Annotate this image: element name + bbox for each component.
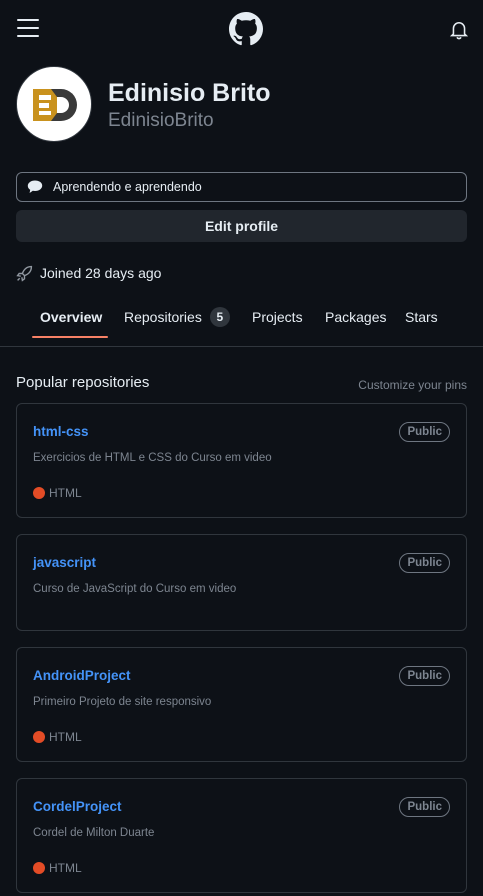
tab-label: Stars [405,309,438,325]
repo-card: AndroidProject Public Primeiro Projeto d… [16,647,467,762]
status-box[interactable]: Aprendendo e aprendendo [16,172,467,202]
repositories-count-badge: 5 [209,307,230,328]
repo-name-link[interactable]: html-css [33,424,89,439]
language-color-dot [33,731,45,743]
repo-name-link[interactable]: CordelProject [33,799,122,814]
tab-label: Overview [40,309,103,325]
repo-card: javascript Public Curso de JavaScript do… [16,534,467,631]
avatar[interactable] [16,66,92,142]
profile-tabs: Overview Repositories 5 Projects Packages… [0,296,483,347]
profile-full-name: Edinisio Brito [108,79,271,107]
joined-text: Joined 28 days ago [40,265,162,281]
repo-name-link[interactable]: javascript [33,555,96,570]
tab-repositories[interactable]: Repositories 5 [124,306,230,328]
tab-label: Projects [252,309,303,325]
repo-card: html-css Public Exercicios de HTML e CSS… [16,403,467,518]
popular-repositories-heading: Popular repositories [16,374,150,391]
tab-packages[interactable]: Packages [325,306,386,328]
github-logo-icon[interactable] [229,12,263,46]
repo-description: Primeiro Projeto de site responsivo [33,696,212,708]
language-color-dot [33,487,45,499]
language-label: HTML [49,861,82,875]
speech-bubble-icon [27,180,43,193]
rocket-icon [16,265,33,282]
repo-description: Cordel de Milton Duarte [33,827,155,839]
repo-description: Exercicios de HTML e CSS do Curso em vid… [33,452,272,464]
avatar-logo-icon [33,89,77,121]
tab-label: Packages [325,309,387,325]
language-label: HTML [49,486,82,500]
visibility-badge: Public [399,553,450,573]
tab-stars[interactable]: Stars [405,306,438,328]
edit-profile-button[interactable]: Edit profile [16,210,467,242]
tab-overview[interactable]: Overview [40,306,102,328]
language-color-dot [33,862,45,874]
visibility-badge: Public [399,797,450,817]
language-label: HTML [49,730,82,744]
visibility-badge: Public [399,666,450,686]
status-text: Aprendendo e aprendendo [53,180,202,194]
customize-pins-link[interactable]: Customize your pins [358,378,467,392]
profile-username: EdinisioBrito [108,110,214,131]
hamburger-icon[interactable] [17,19,39,37]
top-bar [0,0,483,58]
tab-projects[interactable]: Projects [252,306,303,328]
repo-name-link[interactable]: AndroidProject [33,668,131,683]
visibility-badge: Public [399,422,450,442]
tab-label: Repositories [124,309,202,325]
repo-card: CordelProject Public Cordel de Milton Du… [16,778,467,893]
bell-icon[interactable] [450,20,468,40]
repo-description: Curso de JavaScript do Curso em video [33,583,237,595]
active-tab-indicator [32,336,108,338]
